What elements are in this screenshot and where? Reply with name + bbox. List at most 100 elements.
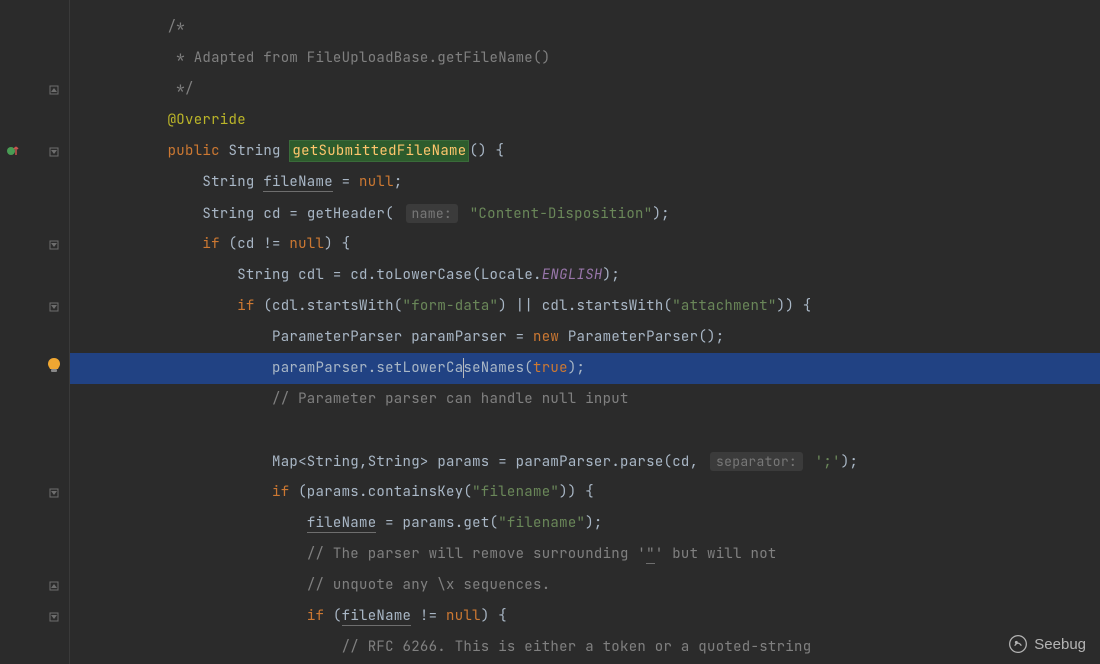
code-line[interactable]: if (cd != null) { — [70, 229, 1100, 260]
token: String — [202, 173, 263, 191]
token: params — [437, 453, 489, 471]
token: = getHeader( — [281, 205, 403, 223]
token: if — [272, 483, 298, 501]
token: ); — [603, 266, 620, 284]
token: ( — [333, 607, 342, 625]
token: = paramParser.parse(cd, — [490, 453, 708, 471]
token: ) { — [324, 235, 350, 253]
token: fileName — [263, 173, 333, 192]
token: true — [533, 359, 568, 377]
code-area[interactable]: /* * Adapted from FileUploadBase.getFile… — [70, 0, 1100, 664]
code-line[interactable]: * Adapted from FileUploadBase.getFileNam… — [70, 43, 1100, 74]
code-line[interactable]: */ — [70, 74, 1100, 105]
token: cd — [263, 205, 280, 223]
fold-down-icon[interactable] — [47, 610, 61, 624]
token: "filename" — [472, 483, 559, 501]
fold-down-icon[interactable] — [47, 300, 61, 314]
token: = — [507, 328, 533, 346]
code-line[interactable]: // unquote any \x sequences. — [70, 570, 1100, 601]
token: fileName — [307, 514, 377, 533]
token: fileName — [342, 607, 412, 626]
token: = — [333, 173, 359, 191]
code-line[interactable]: @Override — [70, 105, 1100, 136]
token: paramParser.setLowerCa — [272, 359, 463, 377]
code-line[interactable]: String cdl = cd.toLowerCase(Locale.ENGLI… — [70, 260, 1100, 291]
fold-down-icon[interactable] — [47, 486, 61, 500]
watermark: Seebug — [1008, 634, 1086, 654]
token: (cd != — [229, 235, 290, 253]
token: "form-data" — [403, 297, 499, 315]
code-line[interactable]: Map<String,String> params = paramParser.… — [70, 446, 1100, 477]
token: String — [202, 205, 263, 223]
token: cdl — [298, 266, 324, 284]
token: ; — [394, 173, 403, 191]
token: ); — [841, 453, 858, 471]
token: (cdl.startsWith( — [263, 297, 402, 315]
token: ) || cdl.startsWith( — [498, 297, 672, 315]
token: name: — [406, 204, 459, 223]
fold-up-icon[interactable] — [47, 83, 61, 97]
token — [461, 205, 470, 223]
token: (params.containsKey( — [298, 483, 472, 501]
token: () { — [469, 142, 504, 160]
token: null — [289, 235, 324, 253]
token: */ — [168, 80, 194, 98]
token: != — [411, 607, 446, 625]
fold-down-icon[interactable] — [47, 238, 61, 252]
code-line[interactable]: fileName = params.get("filename"); — [70, 508, 1100, 539]
token: @Override — [168, 111, 246, 129]
token: ); — [652, 205, 669, 223]
lightbulb-icon[interactable] — [47, 357, 61, 380]
token: String — [229, 142, 290, 160]
token: = params.get( — [376, 514, 498, 532]
token: "Content-Disposition" — [470, 205, 653, 223]
token: String — [237, 266, 298, 284]
token: )) { — [559, 483, 594, 501]
token: // RFC 6266. This is either a token or a… — [342, 638, 812, 656]
editor-gutter — [0, 0, 70, 664]
token: /* — [168, 18, 185, 36]
seebug-icon — [1008, 634, 1028, 654]
code-line[interactable]: String cd = getHeader( name: "Content-Di… — [70, 198, 1100, 229]
token: // The parser will remove surrounding ' — [307, 545, 646, 563]
code-editor[interactable]: /* * Adapted from FileUploadBase.getFile… — [0, 0, 1100, 664]
token: ); — [568, 359, 585, 377]
token: null — [359, 173, 394, 191]
code-line[interactable]: // Parameter parser can handle null inpu… — [70, 384, 1100, 415]
token: * Adapted from FileUploadBase.getFileNam… — [168, 49, 551, 67]
code-line[interactable]: if (fileName != null) { — [70, 601, 1100, 632]
token: // Parameter parser can handle null inpu… — [272, 390, 629, 408]
watermark-text: Seebug — [1034, 636, 1086, 653]
code-line[interactable]: if (cdl.startsWith("form-data") || cdl.s… — [70, 291, 1100, 322]
token: if — [307, 607, 333, 625]
current-line[interactable]: paramParser.setLowerCaseNames(true); — [70, 353, 1100, 384]
token: "attachment" — [672, 297, 776, 315]
token: if — [202, 235, 228, 253]
change-marker-icon — [6, 144, 20, 158]
token: paramParser — [411, 328, 507, 346]
token: if — [237, 297, 263, 315]
token: ); — [585, 514, 602, 532]
code-line[interactable]: // RFC 6266. This is either a token or a… — [70, 632, 1100, 663]
token: getSubmittedFileName — [289, 140, 469, 162]
token: = cd.toLowerCase(Locale. — [324, 266, 542, 284]
code-line[interactable] — [70, 415, 1100, 446]
token: public — [168, 142, 229, 160]
code-line[interactable]: if (params.containsKey("filename")) { — [70, 477, 1100, 508]
code-line[interactable]: ParameterParser paramParser = new Parame… — [70, 322, 1100, 353]
token: separator: — [710, 452, 803, 471]
code-line[interactable]: String fileName = null; — [70, 167, 1100, 198]
token: ParameterParser(); — [568, 328, 725, 346]
token: ' but will not — [655, 545, 777, 563]
fold-down-icon[interactable] — [47, 145, 61, 159]
token: Map<String,String> — [272, 453, 437, 471]
token: "filename" — [498, 514, 585, 532]
token: )) { — [777, 297, 812, 315]
token: ';' — [815, 453, 841, 471]
token: ENGLISH — [542, 266, 603, 284]
code-line[interactable]: // The parser will remove surrounding '"… — [70, 539, 1100, 570]
token: new — [533, 328, 568, 346]
fold-up-icon[interactable] — [47, 579, 61, 593]
code-line[interactable]: public String getSubmittedFileName() { — [70, 136, 1100, 167]
code-line[interactable]: /* — [70, 12, 1100, 43]
